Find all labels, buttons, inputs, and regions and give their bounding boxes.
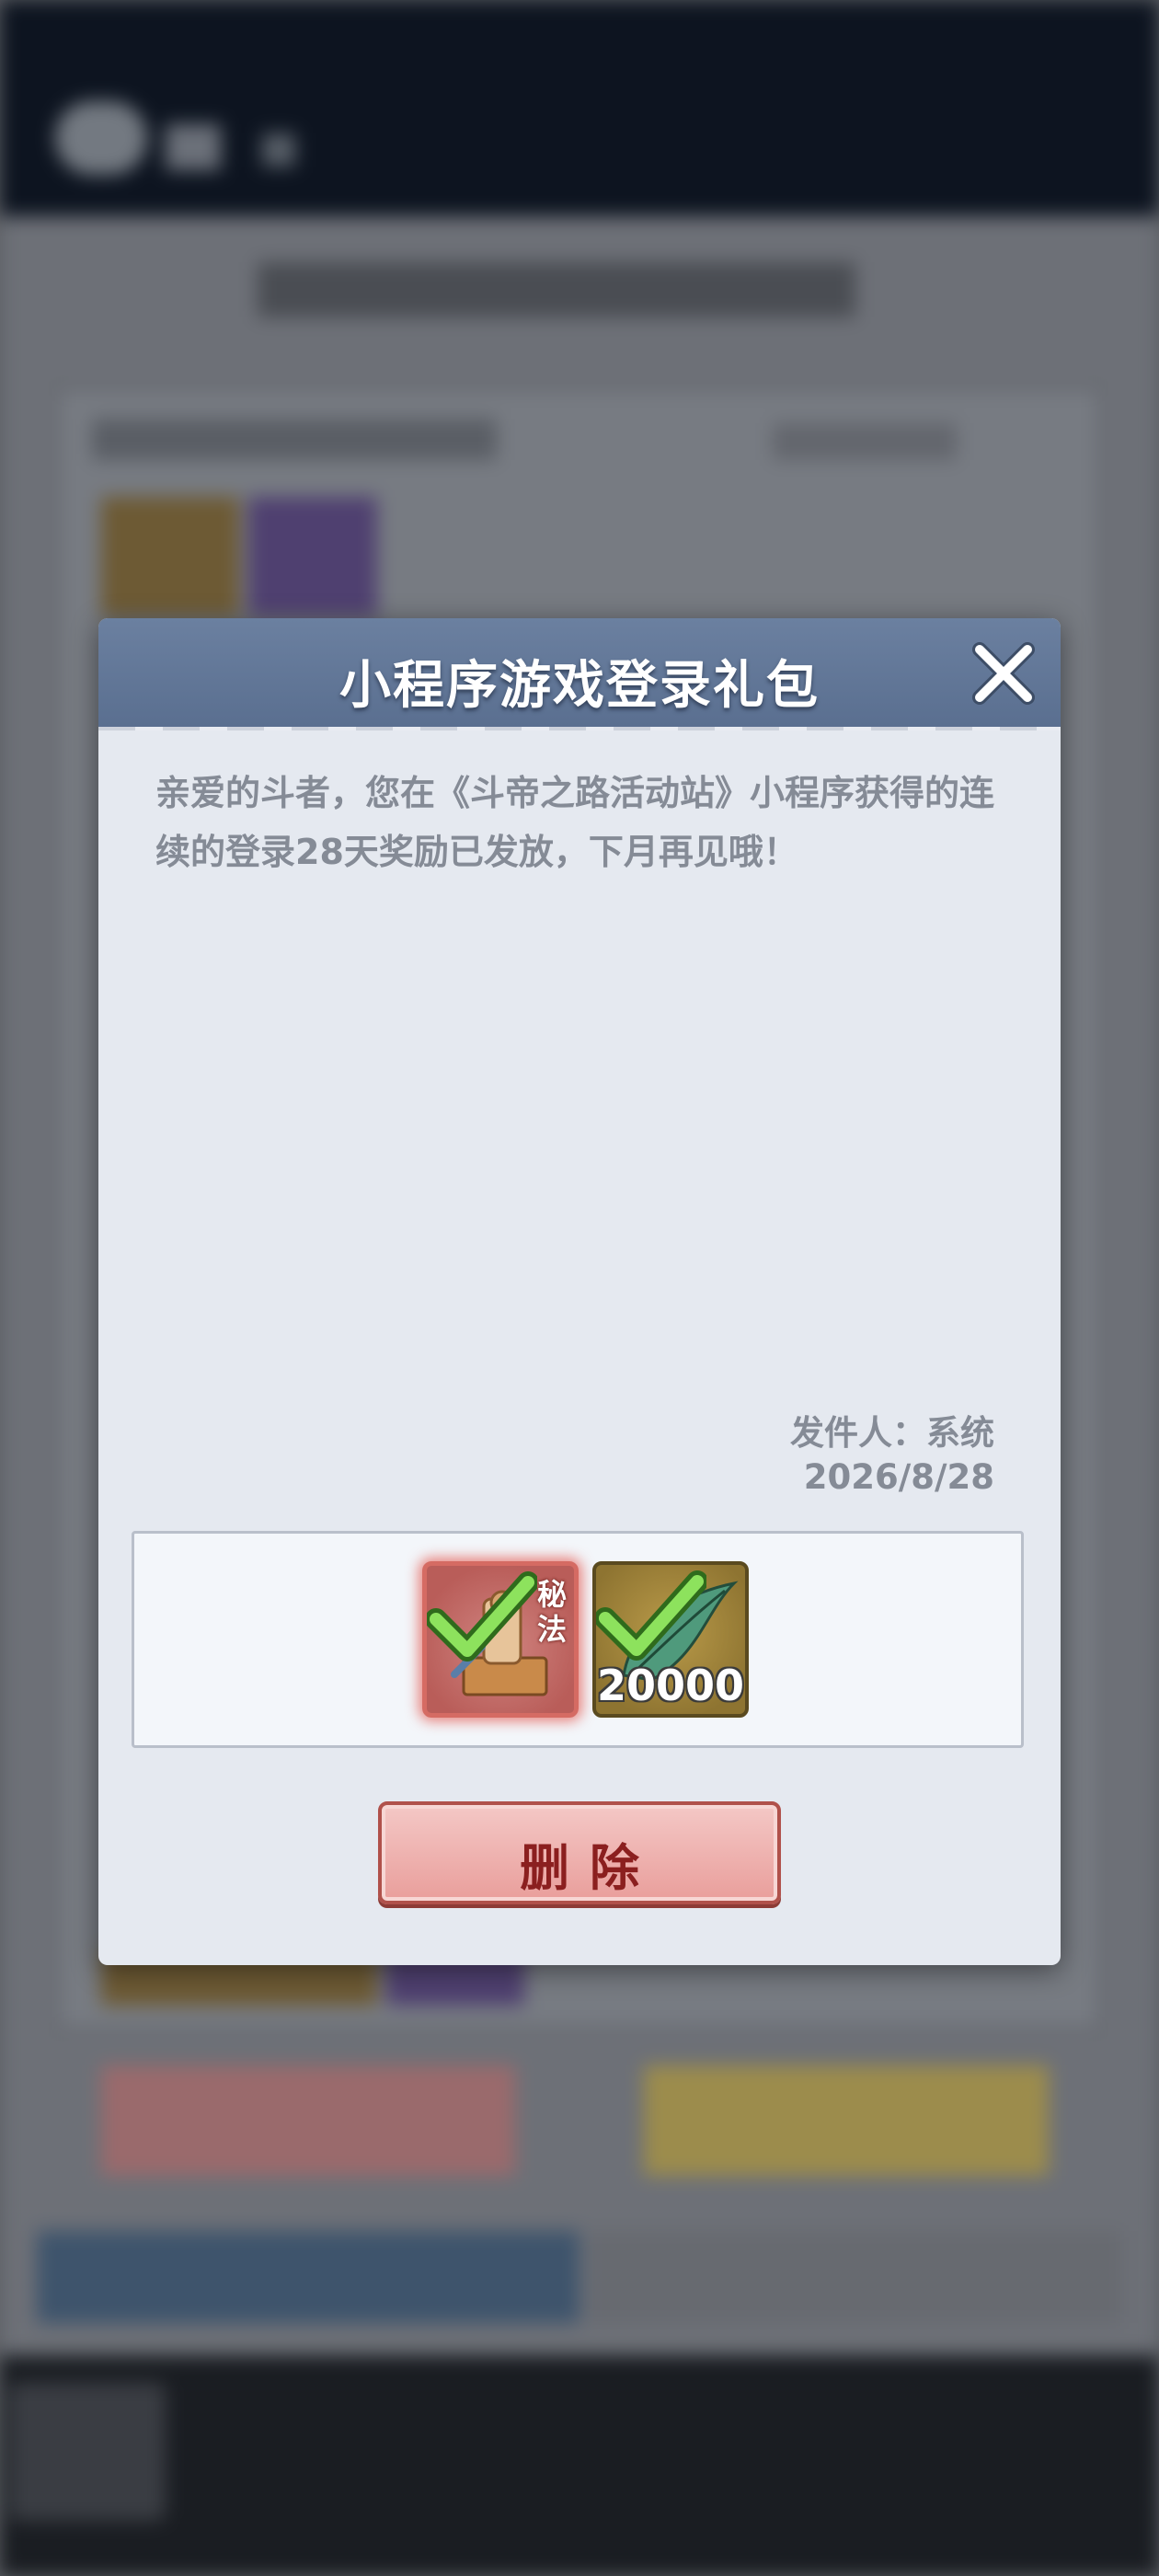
background-title-block-small [262, 133, 295, 167]
dialog-title: 小程序游戏登录礼包 [339, 656, 820, 716]
claimed-check-icon [427, 1571, 537, 1662]
background-bottom-chip [9, 2383, 166, 2521]
mail-body-text: 亲爱的斗者，您在《斗帝之路活动站》小程序获得的连续的登录28天奖励已发放，下月再… [155, 773, 995, 872]
mail-sender: 发件人：系统 [790, 1413, 994, 1453]
dialog-header: 小程序游戏登录礼包 [98, 618, 1061, 730]
background-tab [589, 2231, 1122, 2323]
background-card-title [92, 419, 497, 460]
reward-list: 秘法 20000 [132, 1531, 1024, 1748]
background-top-bar [0, 0, 1159, 216]
delete-button[interactable]: 删除 [378, 1801, 781, 1904]
background-card-date [773, 423, 957, 460]
background-item [248, 497, 377, 616]
reward-quantity: 20000 [596, 1661, 745, 1710]
reward-tag: 秘法 [536, 1577, 567, 1647]
mail-date: 2026/8/28 [803, 1457, 994, 1497]
close-icon [972, 642, 1035, 705]
mail-dialog: 小程序游戏登录礼包 亲爱的斗者，您在《斗帝之路活动站》小程序获得的连续的登录28… [98, 618, 1061, 1965]
reward-item-feather[interactable]: 20000 [592, 1561, 749, 1718]
close-button[interactable] [970, 640, 1037, 707]
delete-button-label: 删除 [520, 1839, 660, 1897]
background-banner [258, 262, 855, 317]
background-red-button [101, 2065, 515, 2176]
background-bottom-bar [0, 2355, 1159, 2576]
background-yellow-button [644, 2065, 1049, 2176]
claimed-check-icon [596, 1570, 706, 1661]
background-item [101, 497, 239, 616]
background-logo [55, 101, 147, 175]
background-tab [37, 2231, 580, 2323]
reward-item-secret-scroll[interactable]: 秘法 [422, 1561, 579, 1718]
background-title-block [166, 124, 221, 170]
